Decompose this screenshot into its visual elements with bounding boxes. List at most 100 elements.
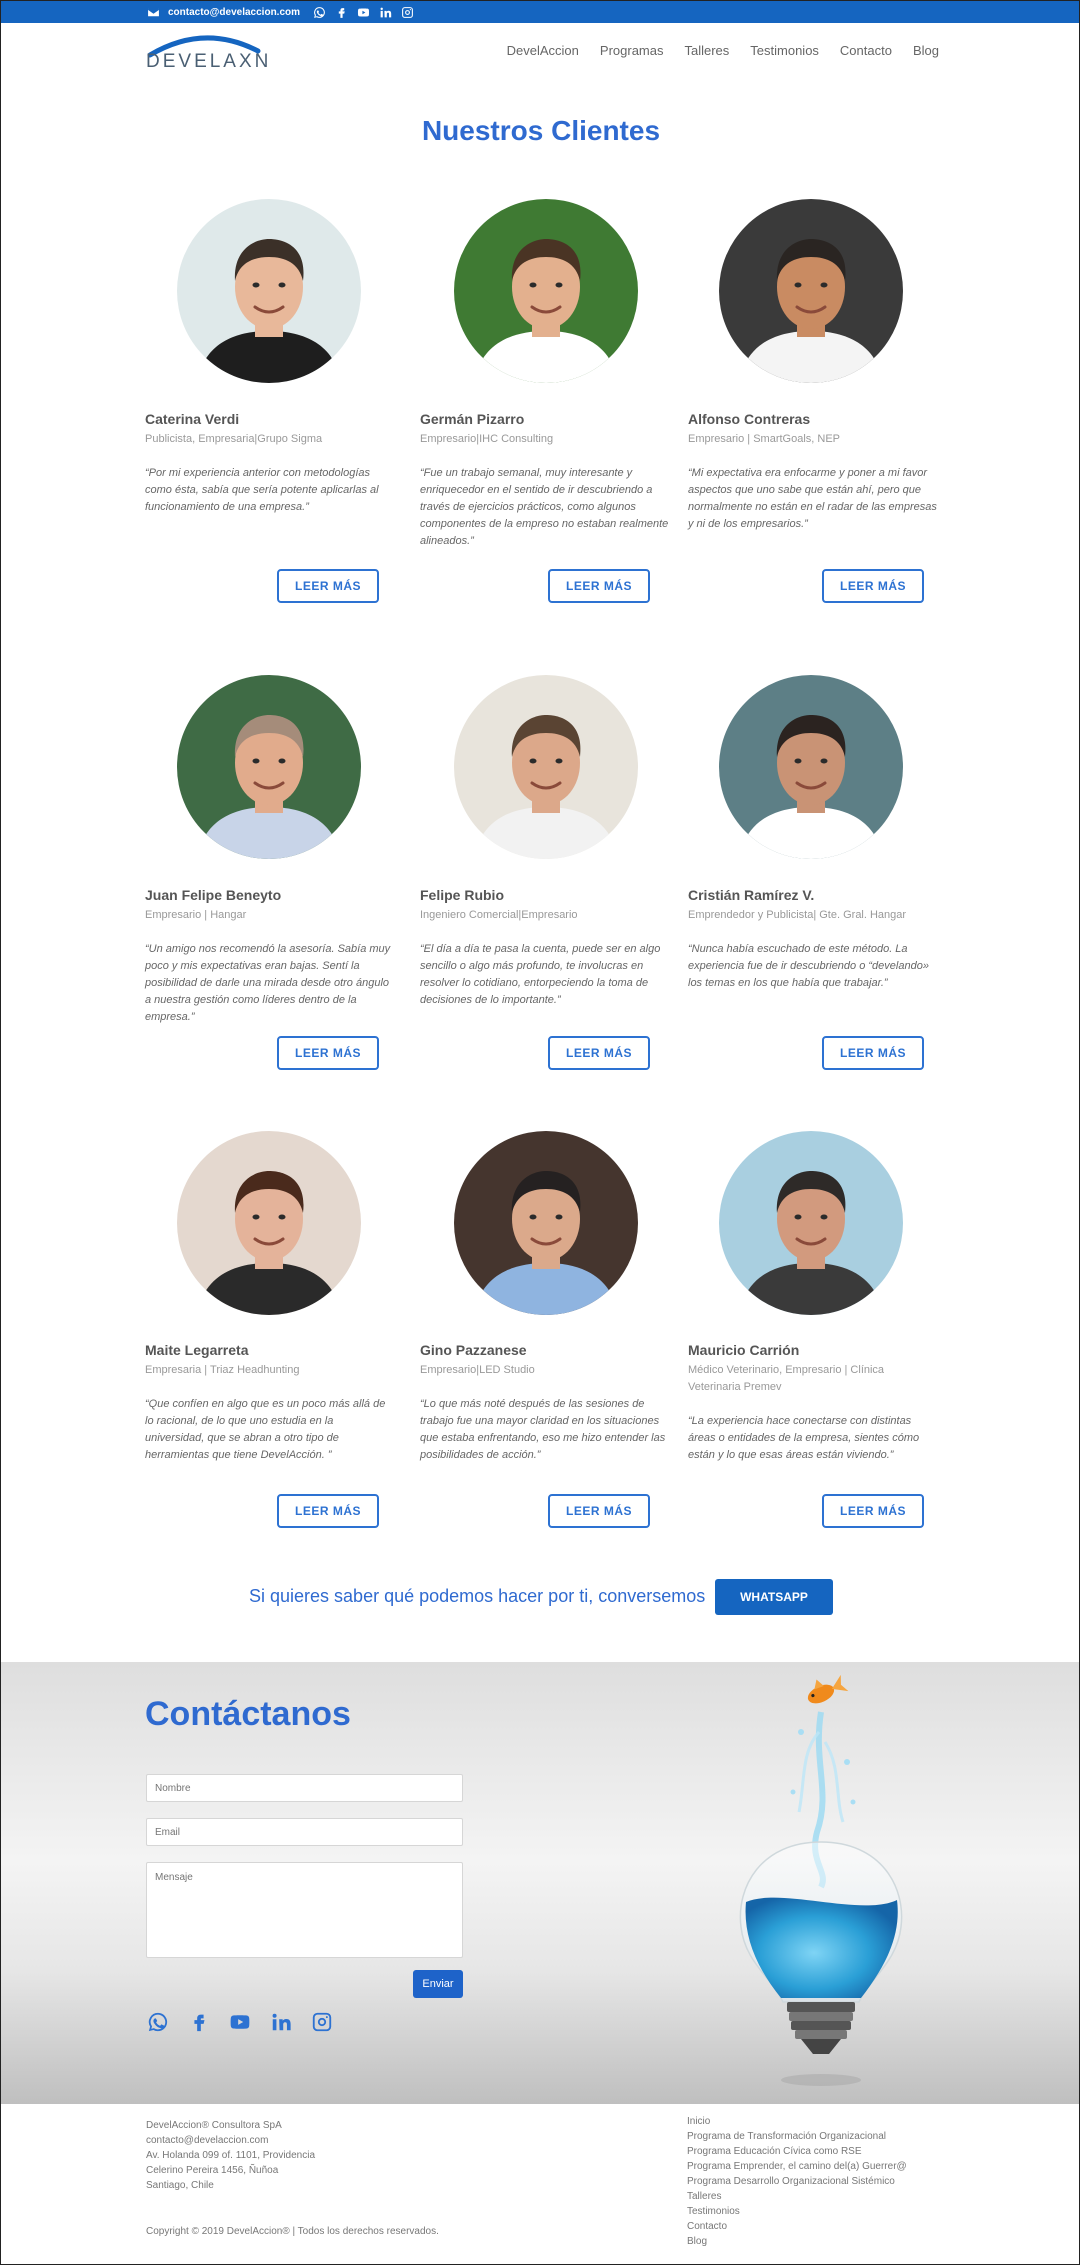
client-portrait-icon <box>177 1131 361 1315</box>
nav-item-programas[interactable]: Programas <box>600 43 664 58</box>
youtube-icon[interactable] <box>356 5 370 19</box>
site-footer: DevelAccion® Consultora SpA contacto@dev… <box>1 2104 1079 2264</box>
client-name: Gino Pazzanese <box>420 1342 527 1358</box>
site-header: DEVELAXN DevelAccion Programas Talleres … <box>1 23 1079 81</box>
contact-section: Contáctanos Enviar <box>1 1662 1079 2104</box>
footer-email[interactable]: contacto@develaccion.com <box>146 2133 315 2148</box>
send-button[interactable]: Enviar <box>413 1970 463 1998</box>
facebook-icon[interactable] <box>334 5 348 19</box>
footer-link-contacto[interactable]: Contacto <box>687 2219 907 2234</box>
footer-address-line: Celerino Pereira 1456, Ñuñoa <box>146 2165 279 2176</box>
client-photo <box>454 675 638 859</box>
client-quote: “Por mi experiencia anterior con metodol… <box>145 467 379 513</box>
client-quote: “Mi expectativa era enfocarme y poner a … <box>688 467 937 530</box>
client-quote: “Fue un trabajo semanal, muy interesante… <box>420 467 669 547</box>
client-role: Empresaria | Triaz Headhunting <box>145 1364 300 1376</box>
client-role: Empresario|LED Studio <box>420 1364 535 1376</box>
read-more-button[interactable]: LEER MÁS <box>822 1036 924 1070</box>
client-portrait-icon <box>177 199 361 383</box>
client-role: Médico Veterinario, Empresario | Clínica… <box>688 1364 885 1393</box>
client-name: Cristián Ramírez V. <box>688 887 815 903</box>
footer-link-talleres[interactable]: Talleres <box>687 2189 907 2204</box>
whatsapp-icon[interactable] <box>312 5 326 19</box>
client-photo <box>454 199 638 383</box>
client-portrait-icon <box>719 675 903 859</box>
footer-link-blog[interactable]: Blog <box>687 2234 907 2249</box>
client-portrait-icon <box>454 199 638 383</box>
client-photo <box>177 1131 361 1315</box>
instagram-icon[interactable] <box>310 2010 334 2034</box>
footer-link-testimonios[interactable]: Testimonios <box>687 2204 907 2219</box>
instagram-icon[interactable] <box>400 5 414 19</box>
footer-address-line: Av. Holanda 099 of. 1101, Providencia <box>146 2150 316 2161</box>
read-more-button[interactable]: LEER MÁS <box>277 1494 379 1528</box>
client-quote: “Lo que más noté después de las sesiones… <box>420 1398 666 1461</box>
client-portrait-icon <box>719 1131 903 1315</box>
email-field[interactable] <box>146 1818 463 1846</box>
whatsapp-button[interactable]: WHATSAPP <box>715 1579 833 1615</box>
client-quote: “El día a día te pasa la cuenta, puede s… <box>420 943 661 1006</box>
lightbulb-fish-illustration <box>739 1674 903 2086</box>
footer-link-educacion[interactable]: Programa Educación Cívica como RSE <box>687 2144 907 2159</box>
linkedin-icon[interactable] <box>269 2010 293 2034</box>
client-name: Mauricio Carrión <box>688 1342 800 1358</box>
client-role: Empresario|IHC Consulting <box>420 433 554 445</box>
footer-link-desarrollo[interactable]: Programa Desarrollo Organizacional Sisté… <box>687 2174 907 2189</box>
client-name: Maite Legarreta <box>145 1342 249 1358</box>
footer-link-inicio[interactable]: Inicio <box>687 2114 907 2129</box>
read-more-button[interactable]: LEER MÁS <box>548 569 650 603</box>
client-photo <box>719 675 903 859</box>
logo-text: DEVELAXN <box>146 51 272 72</box>
client-photo <box>177 675 361 859</box>
youtube-icon[interactable] <box>228 2010 252 2034</box>
footer-copyright: Copyright © 2019 DevelAccion® | Todos lo… <box>146 2226 439 2237</box>
client-portrait-icon <box>177 675 361 859</box>
footer-links: Inicio Programa de Transformación Organi… <box>687 2114 907 2249</box>
topbar-email-link[interactable]: contacto@develaccion.com <box>168 7 300 18</box>
nav-item-develaccion[interactable]: DevelAccion <box>507 43 579 58</box>
nav-item-contacto[interactable]: Contacto <box>840 43 892 58</box>
client-photo <box>454 1131 638 1315</box>
site-logo[interactable]: DEVELAXN <box>144 29 268 73</box>
read-more-button[interactable]: LEER MÁS <box>822 569 924 603</box>
linkedin-icon[interactable] <box>378 5 392 19</box>
section-title: Nuestros Clientes <box>421 115 661 146</box>
page: contacto@develaccion.com DEVELAXN DevelA… <box>0 0 1080 2265</box>
name-field[interactable] <box>146 1774 463 1802</box>
read-more-button[interactable]: LEER MÁS <box>548 1494 650 1528</box>
client-photo <box>719 199 903 383</box>
client-portrait-icon <box>454 675 638 859</box>
nav-item-talleres[interactable]: Talleres <box>684 43 729 58</box>
nav-item-testimonios[interactable]: Testimonios <box>750 43 819 58</box>
footer-address: DevelAccion® Consultora SpA contacto@dev… <box>146 2118 315 2193</box>
whatsapp-icon[interactable] <box>146 2010 170 2034</box>
read-more-button[interactable]: LEER MÁS <box>277 569 379 603</box>
client-name: Germán Pizarro <box>420 411 525 427</box>
cta-text: Si quieres saber qué podemos hacer por t… <box>249 1586 706 1606</box>
client-name: Juan Felipe Beneyto <box>145 887 282 903</box>
client-name: Felipe Rubio <box>420 887 504 903</box>
footer-link-emprender[interactable]: Programa Emprender, el camino del(a) Gue… <box>687 2159 907 2174</box>
top-bar: contacto@develaccion.com <box>1 1 1079 23</box>
client-name: Caterina Verdi <box>145 411 240 427</box>
mail-icon <box>146 5 160 19</box>
contact-title: Contáctanos <box>145 1695 351 1733</box>
social-links <box>146 2010 334 2034</box>
client-portrait-icon <box>454 1131 638 1315</box>
client-photo <box>177 199 361 383</box>
client-quote: “La experiencia hace conectarse con dist… <box>688 1415 920 1461</box>
client-quote: “Un amigo nos recomendó la asesoría. Sab… <box>145 943 391 1023</box>
client-role: Ingeniero Comercial|Empresario <box>420 909 578 921</box>
facebook-icon[interactable] <box>187 2010 211 2034</box>
read-more-button[interactable]: LEER MÁS <box>548 1036 650 1070</box>
read-more-button[interactable]: LEER MÁS <box>277 1036 379 1070</box>
nav-item-blog[interactable]: Blog <box>913 43 939 58</box>
footer-link-transformacion[interactable]: Programa de Transformación Organizaciona… <box>687 2129 907 2144</box>
client-role: Empresario | SmartGoals, NEP <box>688 433 841 445</box>
read-more-button[interactable]: LEER MÁS <box>822 1494 924 1528</box>
client-photo <box>719 1131 903 1315</box>
footer-company: DevelAccion® Consultora SpA <box>146 2120 282 2131</box>
client-role: Emprendedor y Publicista| Gte. Gral. Han… <box>688 909 907 921</box>
client-role: Publicista, Empresaria|Grupo Sigma <box>145 433 323 445</box>
message-field[interactable] <box>146 1862 463 1958</box>
